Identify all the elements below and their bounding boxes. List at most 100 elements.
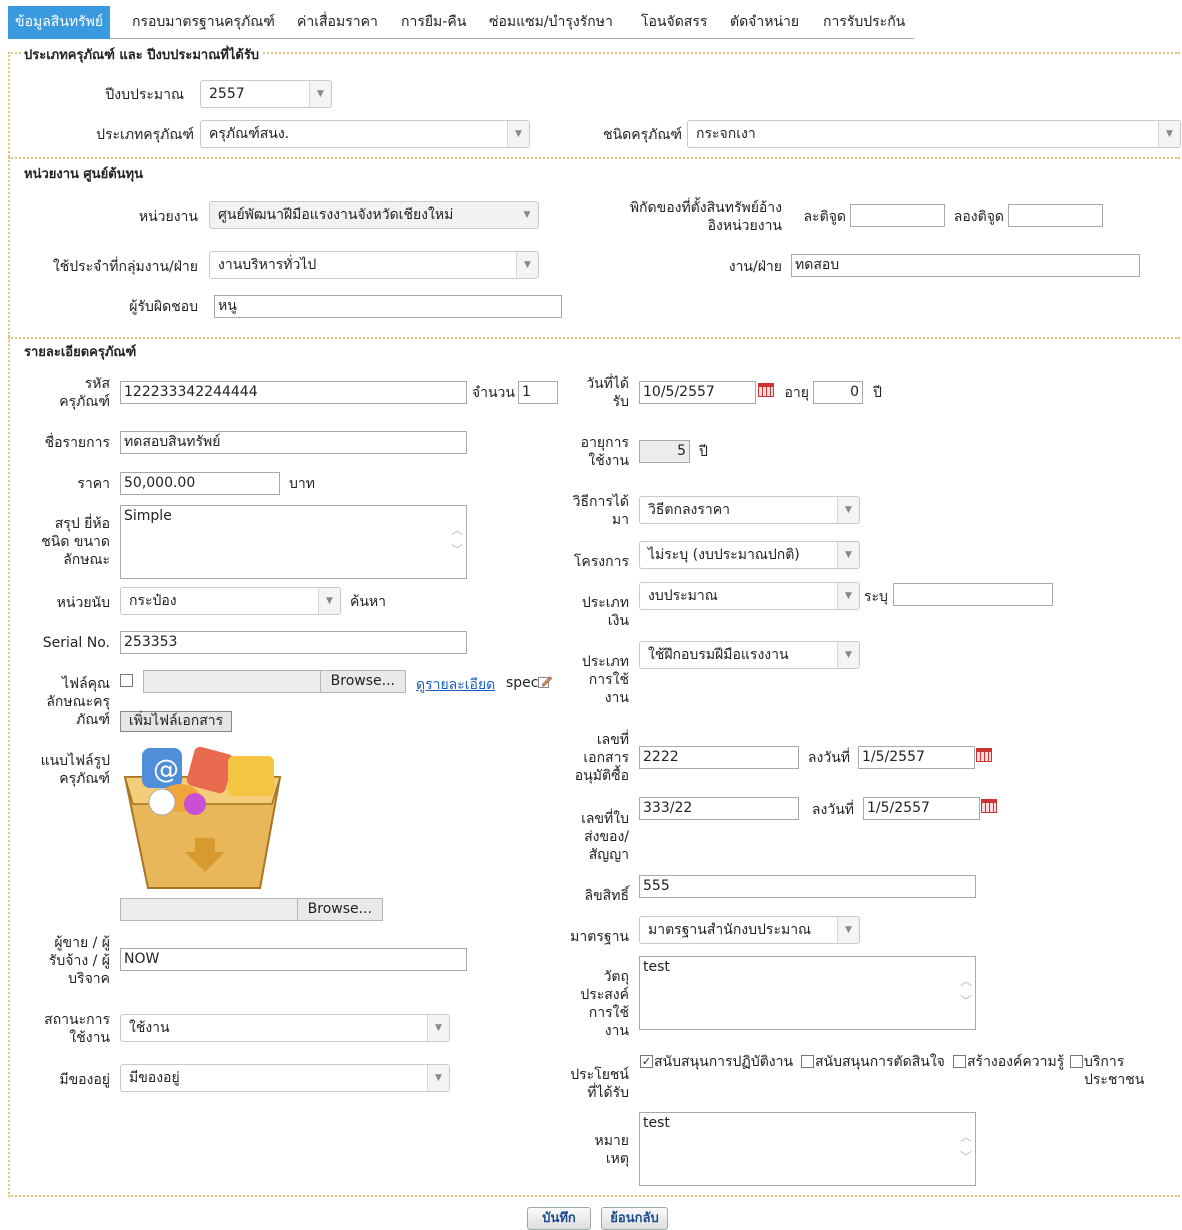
- group-select[interactable]: งานบริหารทั่วไป ▼: [209, 251, 539, 279]
- benefit-label-decision: สนับสนุนการตัดสินใจ: [815, 1054, 945, 1070]
- benefit-checkbox-decision[interactable]: [801, 1055, 814, 1068]
- use-type-label: ประเภท การใช้ งาน: [581, 654, 629, 706]
- longitude-input[interactable]: [1008, 204, 1103, 227]
- save-button[interactable]: บันทึก: [527, 1207, 591, 1230]
- view-detail-link[interactable]: ดูรายละเอียด: [416, 674, 495, 696]
- scroll-arrows-icon: ︿ ﹀: [959, 974, 972, 1008]
- received-date-label: วันที่ได้ รับ: [586, 376, 629, 410]
- approve-doc-label: เลขที่ เอกสาร อนุมัติซื้อ: [574, 732, 629, 784]
- chevron-down-icon: ▼: [516, 252, 538, 278]
- edit-icon[interactable]: [538, 676, 552, 689]
- owner-input[interactable]: หนู: [214, 295, 562, 318]
- code-label: รหัส ครุภัณฑ์: [59, 376, 110, 410]
- serial-input[interactable]: 253353: [120, 631, 467, 654]
- fiscal-year-select[interactable]: 2557 ▼: [200, 80, 332, 108]
- specify-input[interactable]: [893, 583, 1053, 606]
- chevron-down-icon: ▼: [318, 588, 340, 614]
- photo-label: แนบไฟล์รูป ครุภัณฑ์: [40, 753, 110, 787]
- method-select[interactable]: วิธีตกลงราคา ▼: [639, 496, 860, 524]
- browse-button[interactable]: Browse...: [296, 899, 382, 920]
- price-input[interactable]: 50,000.00: [120, 472, 280, 495]
- chevron-down-icon: ▼: [837, 917, 859, 943]
- standard-label: มาตรฐาน: [570, 929, 629, 945]
- calendar-icon[interactable]: [976, 748, 992, 762]
- status-select[interactable]: ใช้งาน ▼: [120, 1014, 450, 1042]
- group-label: ใช้ประจำที่กลุ่มงาน/ฝ่าย: [52, 259, 198, 275]
- name-input[interactable]: ทดสอบสินทรัพย์: [120, 431, 467, 454]
- unit-input[interactable]: ทดสอบ: [791, 254, 1140, 277]
- svg-text:@: @: [153, 755, 179, 785]
- rights-input[interactable]: 555: [639, 875, 976, 898]
- vendor-input[interactable]: NOW: [120, 948, 467, 971]
- tab-bar: ข้อมูลสินทรัพย์ กรอบมาตรฐานครุภัณฑ์ ค่าเ…: [8, 6, 914, 39]
- benefit-checkbox-knowledge[interactable]: [953, 1055, 966, 1068]
- latitude-label: ละติจูด: [803, 209, 847, 225]
- asset-type-select[interactable]: ครุภัณฑ์สนง. ▼: [200, 120, 530, 148]
- age-label: อายุ: [784, 385, 809, 401]
- rights-label: ลิขสิทธิ์: [584, 888, 629, 904]
- tab-warranty[interactable]: การรับประกัน: [823, 6, 905, 39]
- legend-agency: หน่วยงาน ศูนย์ต้นทุน: [21, 163, 146, 184]
- approve-doc-input[interactable]: 2222: [639, 746, 799, 769]
- tab-standard-frame[interactable]: กรอบมาตรฐานครุภัณฑ์: [132, 6, 275, 39]
- life-input: 5: [639, 440, 690, 463]
- tab-asset-info[interactable]: ข้อมูลสินทรัพย์: [8, 6, 111, 39]
- tab-transfer[interactable]: โอนจัดสรร: [641, 6, 707, 39]
- chevron-down-icon: ▼: [837, 642, 859, 668]
- chevron-down-icon: ▼: [837, 542, 859, 568]
- photo-file-input[interactable]: Browse...: [120, 898, 383, 921]
- project-select[interactable]: ไม่ระบุ (งบประมาณปกติ) ▼: [639, 541, 860, 569]
- contract-input[interactable]: 333/22: [639, 797, 799, 820]
- spec-file-input[interactable]: Browse...: [143, 670, 406, 693]
- contract-label: เลขที่ใบ ส่งของ/สัญญา: [581, 811, 629, 863]
- approve-date-label: ลงวันที่: [807, 750, 850, 766]
- price-label: ราคา: [77, 476, 110, 492]
- tab-depreciation[interactable]: ค่าเสื่อมราคา: [297, 6, 378, 39]
- tab-write-off[interactable]: ตัดจำหน่าย: [730, 6, 799, 39]
- spec-file-checkbox[interactable]: [120, 674, 133, 687]
- asset-kind-label: ชนิดครุภัณฑ์: [603, 127, 682, 143]
- chevron-down-icon: ▼: [507, 121, 529, 147]
- asset-kind-select[interactable]: กระจกเงา ▼: [687, 120, 1181, 148]
- unit-count-select[interactable]: กระป๋อง ▼: [120, 587, 341, 615]
- life-label: อายุการ ใช้งาน: [580, 435, 629, 469]
- benefit-checkbox-public-service[interactable]: [1070, 1055, 1083, 1068]
- purpose-textarea[interactable]: test ︿ ﹀: [639, 956, 976, 1030]
- contract-date-input[interactable]: 1/5/2557: [863, 797, 980, 820]
- back-button[interactable]: ย้อนกลับ: [601, 1207, 668, 1230]
- search-label[interactable]: ค้นหา: [350, 593, 386, 611]
- exists-label: มีของอยู่: [59, 1072, 110, 1088]
- contract-date-label: ลงวันที่: [811, 802, 854, 818]
- code-input[interactable]: 122233342244444: [120, 381, 467, 404]
- calendar-icon[interactable]: [758, 383, 774, 397]
- exists-select[interactable]: มีของอยู่ ▼: [120, 1064, 450, 1092]
- calendar-icon[interactable]: [981, 799, 997, 813]
- age-input[interactable]: 0: [813, 381, 863, 404]
- latitude-input[interactable]: [850, 204, 945, 227]
- life-unit: ปี: [699, 444, 708, 460]
- tab-repair[interactable]: ซ่อมแซม/บำรุงรักษา: [489, 6, 613, 39]
- price-unit: บาท: [289, 476, 315, 492]
- note-textarea[interactable]: test ︿ ﹀: [639, 1112, 976, 1186]
- unit-label: งาน/ฝ่าย: [728, 259, 782, 275]
- name-label: ชื่อรายการ: [44, 435, 110, 451]
- benefit-label-operation: สนับสนุนการปฏิบัติงาน: [654, 1054, 794, 1070]
- money-type-select[interactable]: งบประมาณ ▼: [639, 582, 860, 610]
- browse-button[interactable]: Browse...: [319, 671, 405, 692]
- tab-borrow-return[interactable]: การยืม-คืน: [401, 6, 466, 39]
- desc-textarea[interactable]: Simple ︿ ﹀: [120, 505, 467, 579]
- received-date-input[interactable]: 10/5/2557: [639, 381, 756, 404]
- agency-select[interactable]: ศูนย์พัฒนาฝีมือแรงงานจังหวัดเชียงใหม่ ▼: [209, 201, 539, 229]
- project-label: โครงการ: [573, 554, 629, 570]
- serial-label: Serial No.: [42, 635, 110, 651]
- scroll-arrows-icon: ︿ ﹀: [450, 523, 463, 557]
- qty-input[interactable]: 1: [518, 381, 558, 404]
- benefit-checkbox-operation[interactable]: ✓: [640, 1055, 653, 1068]
- approve-date-input[interactable]: 1/5/2557: [858, 746, 975, 769]
- qty-label: จำนวน: [471, 385, 515, 401]
- standard-select[interactable]: มาตรฐานสำนักงบประมาณ ▼: [639, 916, 860, 944]
- add-file-button[interactable]: เพิ่มไฟล์เอกสาร: [120, 711, 232, 732]
- chevron-down-icon: ▼: [309, 81, 331, 107]
- use-type-select[interactable]: ใช้ฝึกอบรมฝีมือแรงงาน ▼: [639, 641, 860, 669]
- upload-box-image: @: [123, 746, 282, 889]
